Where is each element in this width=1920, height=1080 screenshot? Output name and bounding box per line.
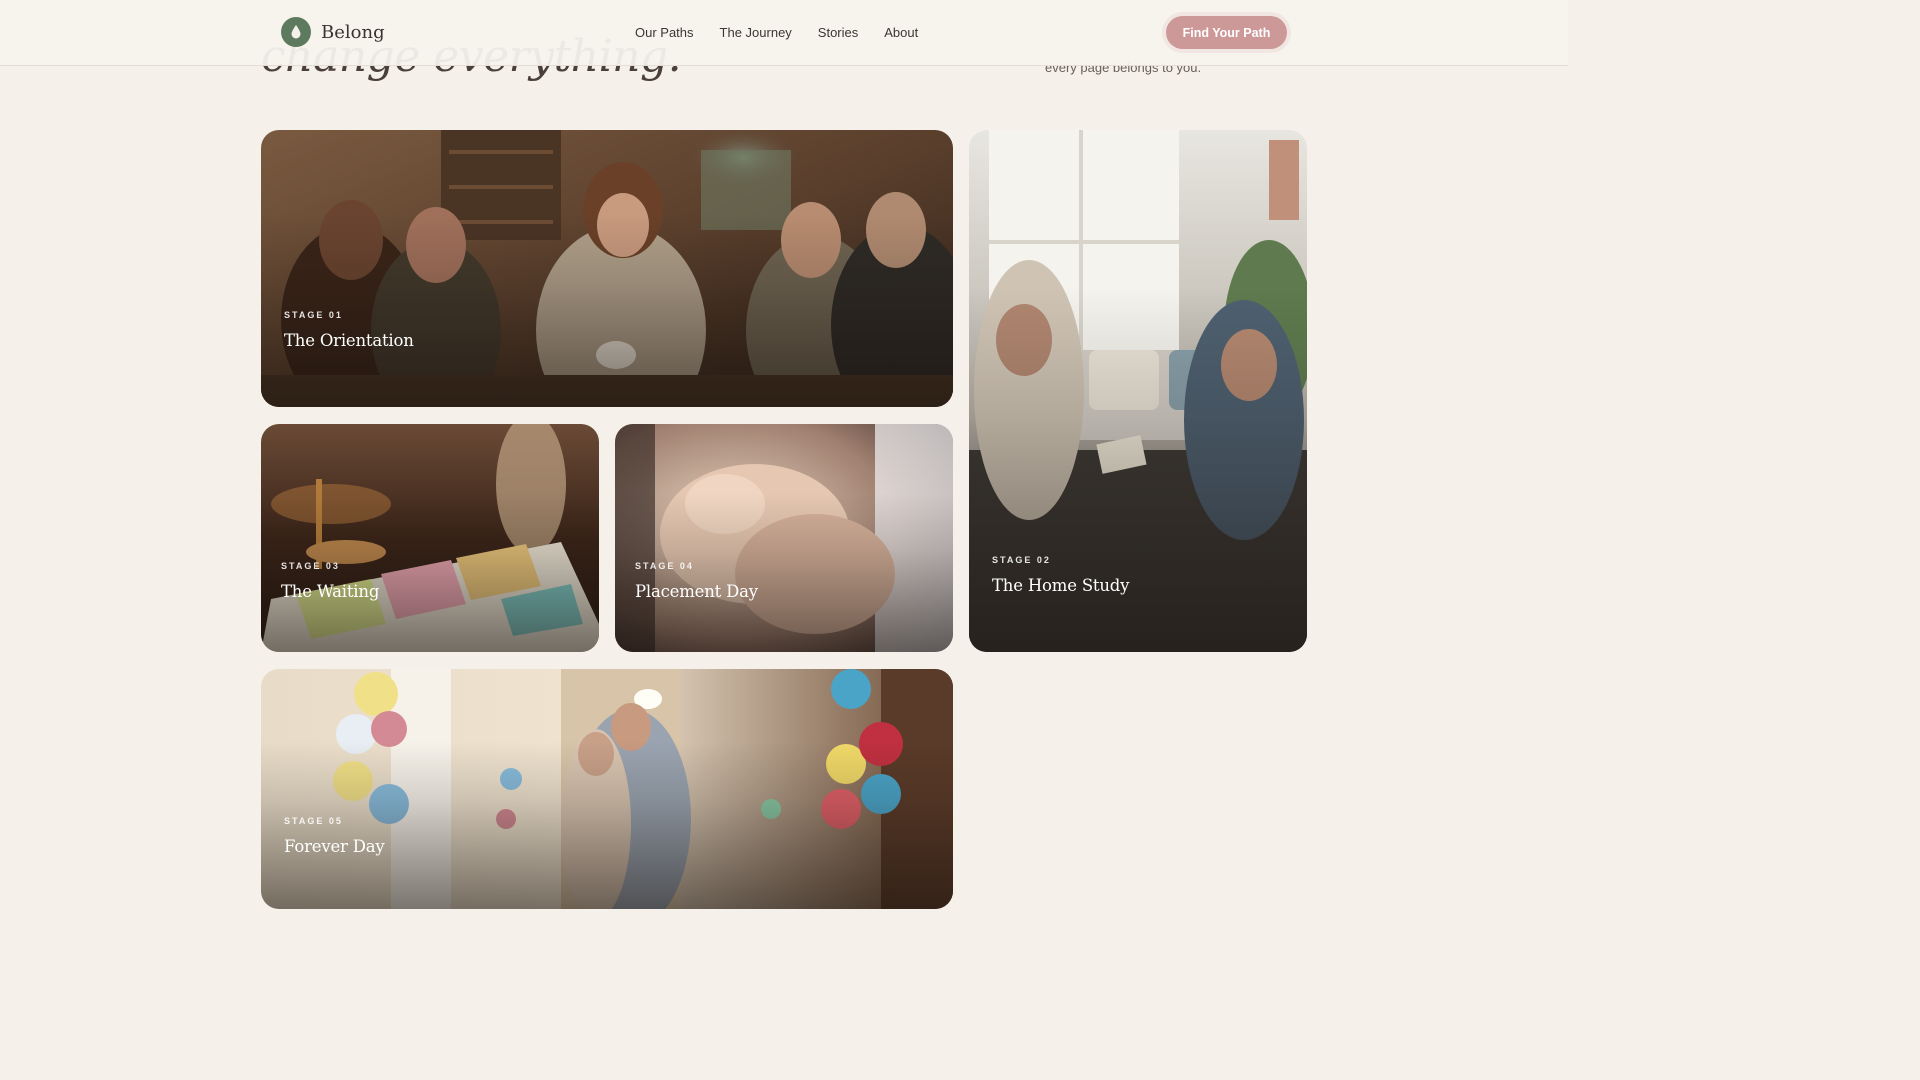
- stage-number: STAGE 02: [992, 555, 1051, 565]
- stage-number: STAGE 03: [281, 561, 340, 571]
- site-header: Belong Our Paths The Journey Stories Abo…: [0, 0, 1568, 66]
- nav-the-journey[interactable]: The Journey: [720, 25, 792, 40]
- main-nav: Our Paths The Journey Stories About: [635, 25, 944, 40]
- stage-title: The Waiting: [281, 582, 380, 601]
- stage-card-forever[interactable]: STAGE 05 Forever Day: [261, 669, 953, 909]
- stage-number: STAGE 04: [635, 561, 694, 571]
- stage-card-waiting[interactable]: STAGE 03 The Waiting: [261, 424, 599, 652]
- nav-about[interactable]: About: [884, 25, 918, 40]
- brand-name: Belong: [321, 21, 385, 43]
- stage-title: The Home Study: [992, 576, 1130, 595]
- nav-our-paths[interactable]: Our Paths: [635, 25, 694, 40]
- stage-card-placement[interactable]: STAGE 04 Placement Day: [615, 424, 953, 652]
- stage-card-home-study[interactable]: STAGE 02 The Home Study: [969, 130, 1307, 652]
- stage-number: STAGE 05: [284, 816, 343, 826]
- nav-stories[interactable]: Stories: [818, 25, 858, 40]
- stage-title: Forever Day: [284, 837, 385, 856]
- stage-card-orientation[interactable]: STAGE 01 The Orientation: [261, 130, 953, 407]
- stage-number: STAGE 01: [284, 310, 343, 320]
- stage-title: The Orientation: [284, 331, 414, 350]
- find-your-path-button[interactable]: Find Your Path: [1166, 16, 1287, 49]
- drop-logo-icon: [281, 17, 311, 47]
- stage-title: Placement Day: [635, 582, 758, 601]
- logo[interactable]: Belong: [281, 17, 385, 47]
